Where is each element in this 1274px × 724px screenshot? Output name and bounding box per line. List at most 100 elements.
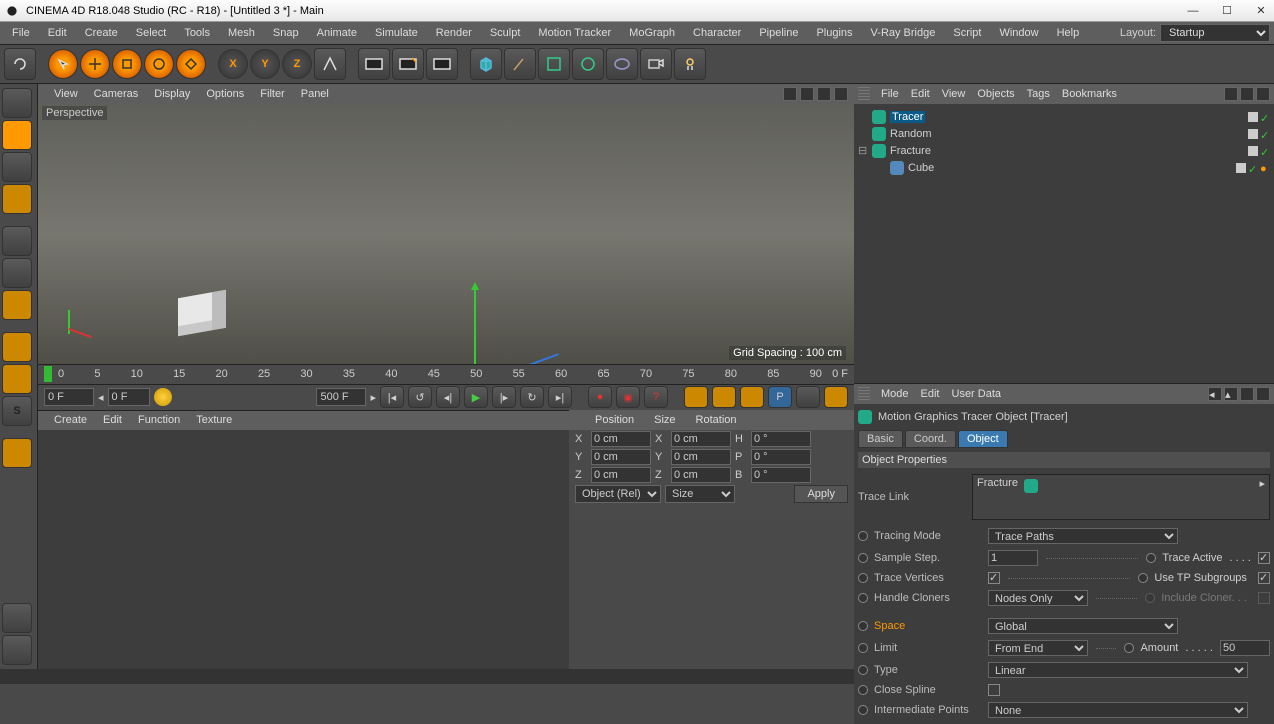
point-mode[interactable]: [2, 226, 32, 256]
enable-axis[interactable]: [2, 332, 32, 362]
record-button[interactable]: ●: [588, 386, 612, 408]
snap-toggle[interactable]: S: [2, 396, 32, 426]
play-button[interactable]: ▶: [464, 386, 488, 408]
menu-motiontracker[interactable]: Motion Tracker: [530, 24, 619, 42]
minimize-button[interactable]: —: [1184, 3, 1202, 18]
menu-plugins[interactable]: Plugins: [808, 24, 860, 42]
vp-panel[interactable]: Panel: [295, 86, 335, 102]
panel-grip[interactable]: [858, 87, 870, 101]
key-scale-button[interactable]: [712, 386, 736, 408]
lock-workplane[interactable]: [2, 603, 32, 633]
goto-start-button[interactable]: |◂: [380, 386, 404, 408]
menu-tools[interactable]: Tools: [176, 24, 218, 42]
object-tree[interactable]: Tracer✓ Random✓ ⊟Fracture✓ Cube✓●: [854, 104, 1274, 383]
texture-mode[interactable]: [2, 152, 32, 182]
z-axis-lock[interactable]: Z: [282, 49, 312, 79]
coord-system[interactable]: [314, 48, 346, 80]
mat-edit[interactable]: Edit: [97, 412, 128, 428]
deformer[interactable]: [572, 48, 604, 80]
menu-mograph[interactable]: MoGraph: [621, 24, 683, 42]
pos-z[interactable]: [591, 467, 651, 483]
frame-current-field[interactable]: 0 F: [108, 388, 150, 406]
menu-script[interactable]: Script: [945, 24, 989, 42]
tab-coord[interactable]: Coord.: [905, 430, 956, 448]
coord-mode-select[interactable]: Object (Rel): [575, 485, 661, 503]
planar-workplane[interactable]: [2, 635, 32, 665]
edge-mode[interactable]: [2, 258, 32, 288]
vp-options[interactable]: Options: [200, 86, 250, 102]
render-region[interactable]: [392, 48, 424, 80]
tracelink-field[interactable]: Fracture ▸: [972, 474, 1270, 520]
generator[interactable]: [538, 48, 570, 80]
maximize-button[interactable]: ☐: [1218, 3, 1236, 18]
object-row-fracture[interactable]: ⊟Fracture✓: [858, 142, 1270, 159]
workplane-tool[interactable]: [2, 438, 32, 468]
viewport-perspective[interactable]: Perspective Grid Spacing : 100 cm: [38, 104, 854, 364]
menu-pipeline[interactable]: Pipeline: [751, 24, 806, 42]
om-eye-icon[interactable]: [1256, 87, 1270, 101]
menu-mesh[interactable]: Mesh: [220, 24, 263, 42]
rotate-tool[interactable]: [144, 49, 174, 79]
link-arrow-icon[interactable]: ▸: [1259, 477, 1265, 490]
render-view[interactable]: [358, 48, 390, 80]
viewport-solo[interactable]: [2, 364, 32, 394]
menu-help[interactable]: Help: [1049, 24, 1088, 42]
vp-view[interactable]: View: [48, 86, 84, 102]
vp-nav-icon[interactable]: [800, 87, 814, 101]
vp-filter[interactable]: Filter: [254, 86, 290, 102]
vp-cameras[interactable]: Cameras: [88, 86, 145, 102]
am-lock-icon[interactable]: [1240, 387, 1254, 401]
object-row-random[interactable]: Random✓: [858, 125, 1270, 142]
am-new-icon[interactable]: [1256, 387, 1270, 401]
use-tp-subgroups-check[interactable]: [1258, 572, 1270, 584]
om-bookmarks[interactable]: Bookmarks: [1057, 86, 1122, 102]
trace-vertices-check[interactable]: [988, 572, 1000, 584]
menu-edit[interactable]: Edit: [40, 24, 75, 42]
key-rot-button[interactable]: [740, 386, 764, 408]
last-tool[interactable]: [176, 49, 206, 79]
am-edit[interactable]: Edit: [916, 386, 945, 402]
menu-create[interactable]: Create: [77, 24, 126, 42]
polygon-mode[interactable]: [2, 290, 32, 320]
menu-animate[interactable]: Animate: [309, 24, 365, 42]
key-pos-button[interactable]: [684, 386, 708, 408]
vp-nav-icon[interactable]: [817, 87, 831, 101]
scene-cube[interactable]: [178, 290, 226, 336]
render-settings[interactable]: [426, 48, 458, 80]
size-z[interactable]: [671, 467, 731, 483]
menu-simulate[interactable]: Simulate: [367, 24, 426, 42]
step-back-button[interactable]: ◂|: [436, 386, 460, 408]
camera-tool[interactable]: [640, 48, 672, 80]
menu-vray[interactable]: V-Ray Bridge: [863, 24, 944, 42]
sample-step-field[interactable]: [988, 550, 1038, 566]
tab-basic[interactable]: Basic: [858, 430, 903, 448]
x-axis-lock[interactable]: X: [218, 49, 248, 79]
primitive-cube[interactable]: [470, 48, 502, 80]
size-mode-select[interactable]: Size: [665, 485, 735, 503]
environment[interactable]: [606, 48, 638, 80]
model-mode[interactable]: [2, 120, 32, 150]
mat-function[interactable]: Function: [132, 412, 186, 428]
timeline-options[interactable]: [824, 386, 848, 408]
timeline-playhead[interactable]: [44, 366, 52, 382]
frame-end-field[interactable]: 500 F: [316, 388, 366, 406]
rot-h[interactable]: [751, 431, 811, 447]
trace-active-check[interactable]: [1258, 552, 1270, 564]
y-axis-lock[interactable]: Y: [250, 49, 280, 79]
intermediate-points-select[interactable]: None: [988, 702, 1248, 718]
frame-start-field[interactable]: 0 F: [44, 388, 94, 406]
am-userdata[interactable]: User Data: [947, 386, 1007, 402]
light-tool[interactable]: [674, 48, 706, 80]
layout-dropdown[interactable]: Startup: [1160, 24, 1270, 42]
menu-snap[interactable]: Snap: [265, 24, 307, 42]
om-file[interactable]: File: [876, 86, 904, 102]
spline-pen[interactable]: [504, 48, 536, 80]
om-search-icon[interactable]: [1224, 87, 1238, 101]
size-x[interactable]: [671, 431, 731, 447]
mat-texture[interactable]: Texture: [190, 412, 238, 428]
om-view[interactable]: View: [937, 86, 971, 102]
material-manager-body[interactable]: [38, 430, 569, 670]
close-button[interactable]: ✕: [1252, 3, 1270, 18]
make-editable[interactable]: [2, 88, 32, 118]
menu-file[interactable]: File: [4, 24, 38, 42]
